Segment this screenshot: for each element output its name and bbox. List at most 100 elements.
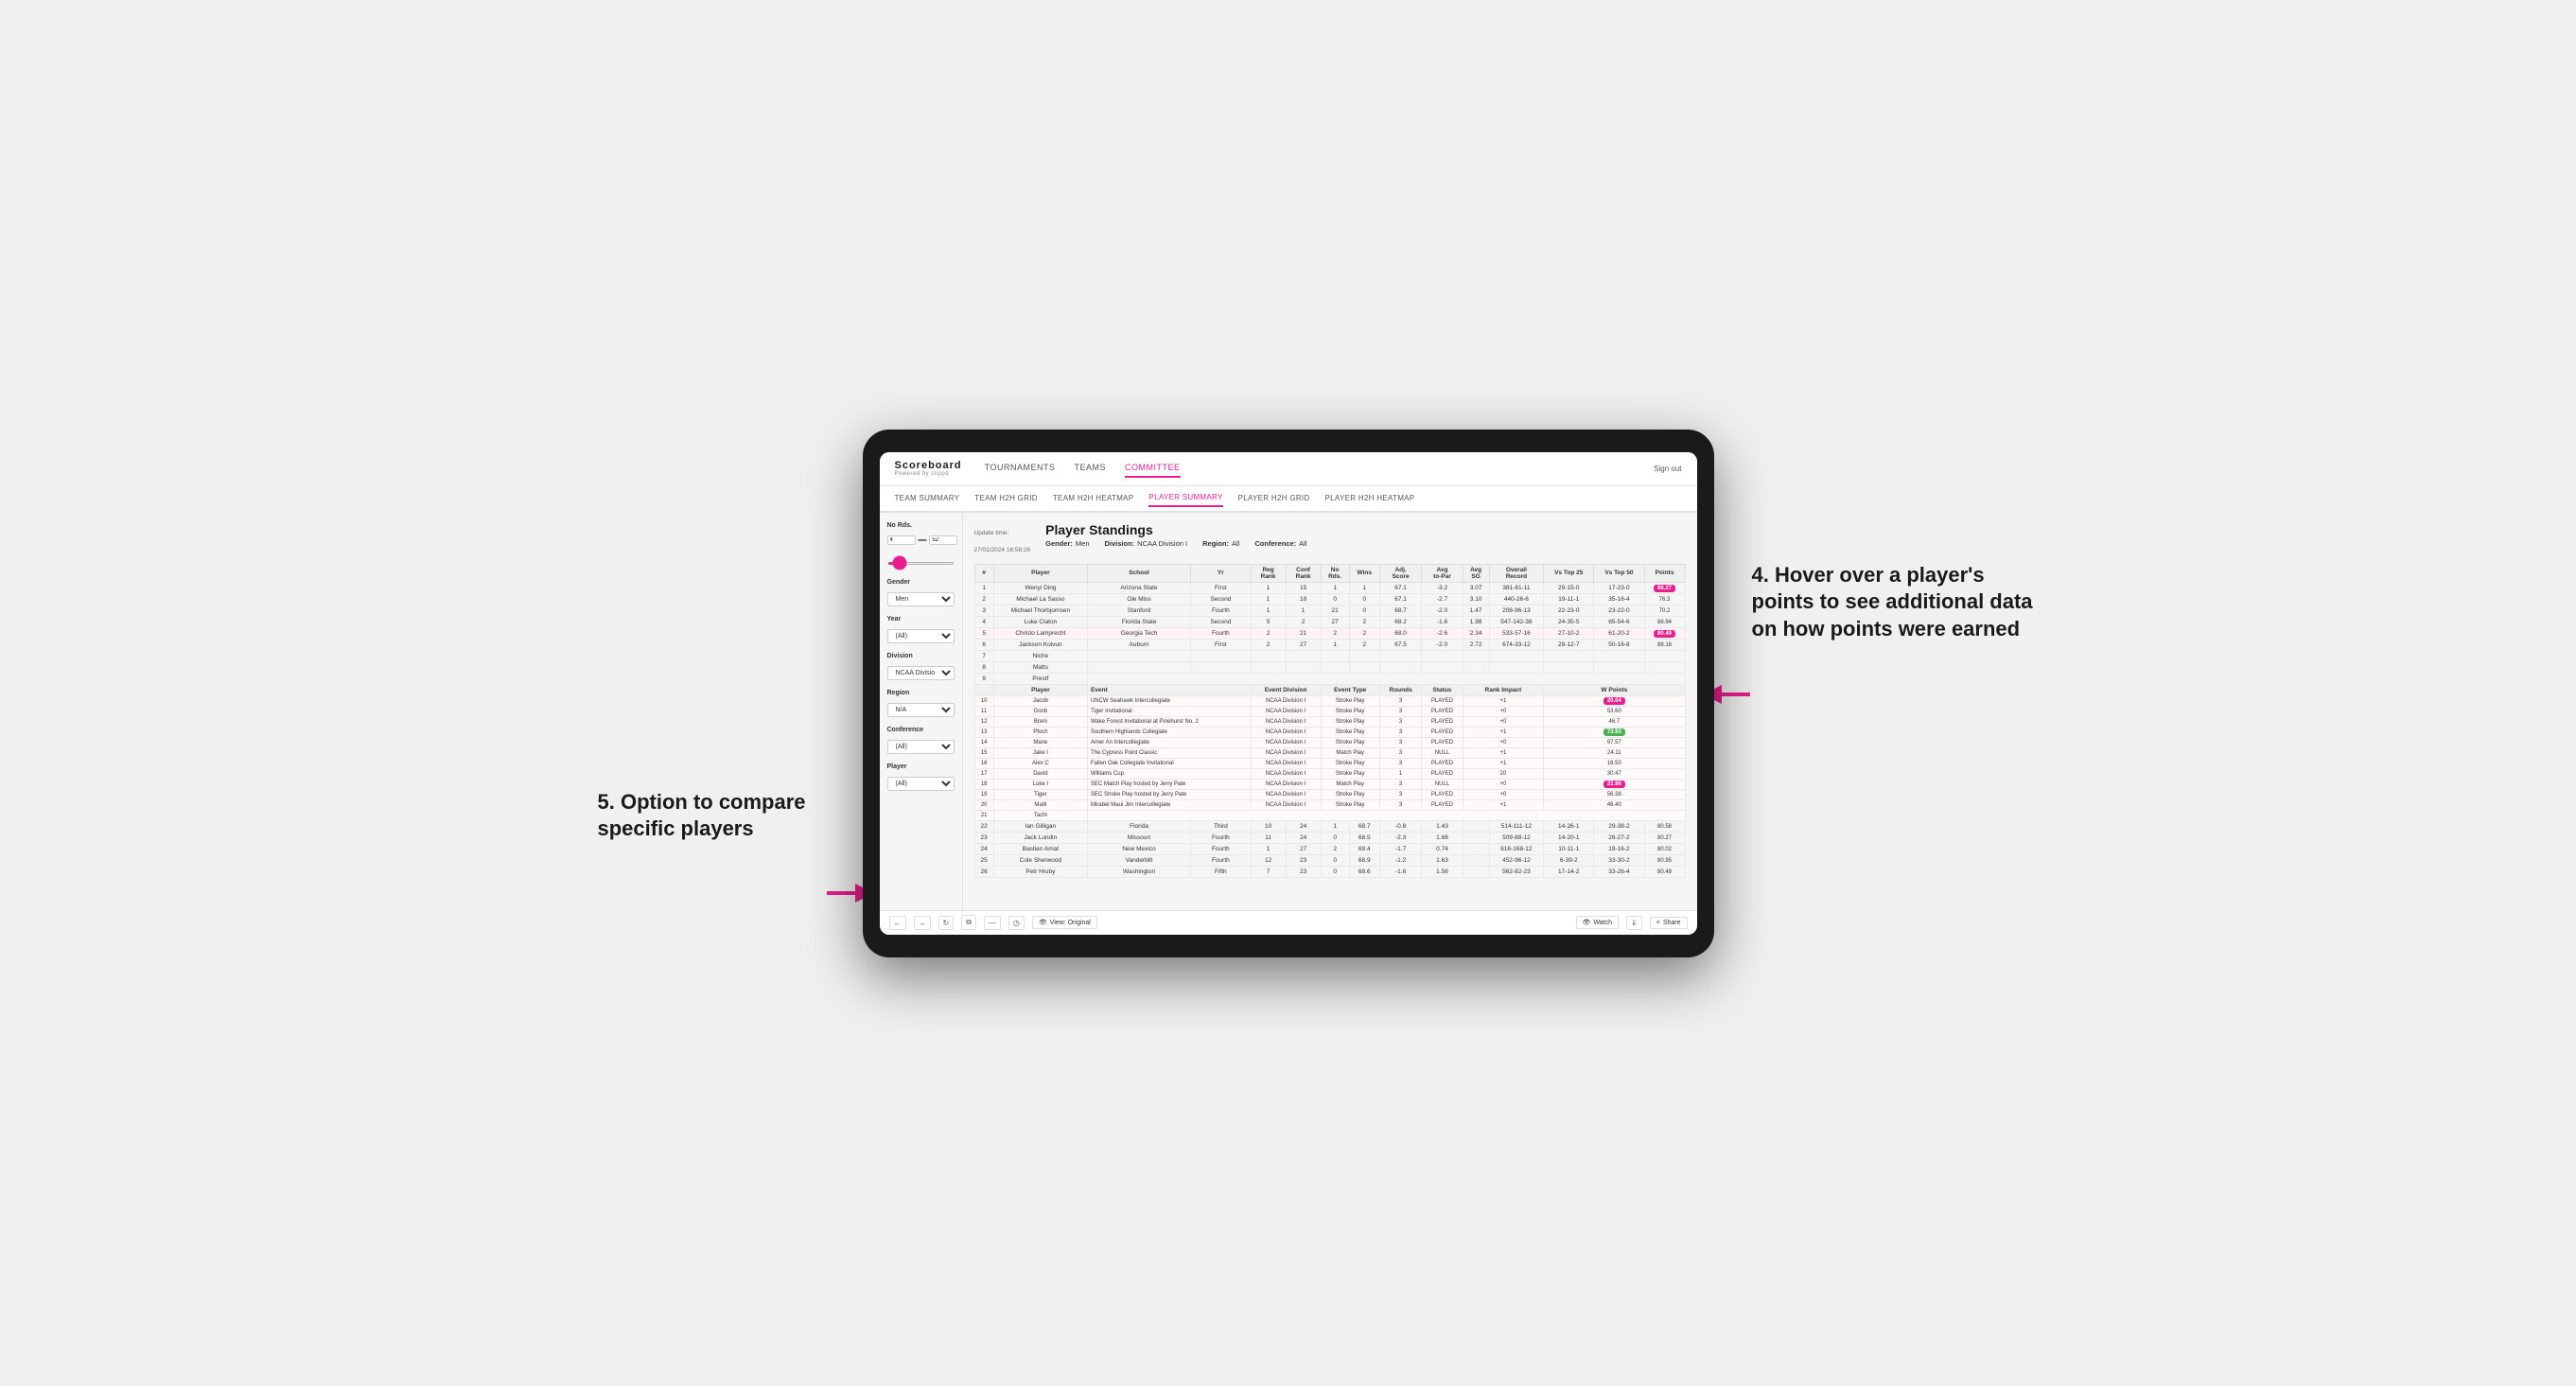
expanded-table-row[interactable]: 13 Pfoch Southern Highlands Collegiate N… (974, 727, 1685, 737)
copy-button[interactable]: ⧉ (961, 915, 976, 930)
expanded-table-row[interactable]: 19 Tiger SEC Stroke Play hosted by Jerry… (974, 789, 1685, 799)
expanded-table-row[interactable]: 21 Tachi (974, 810, 1685, 820)
no-rds-min-input[interactable] (887, 535, 916, 545)
expanded-table-row[interactable]: 20 Mattl Mirabel Maui Jim Intercollegiat… (974, 799, 1685, 810)
content-header: Update time:27/01/2024 16:56:26 Player S… (974, 522, 1686, 556)
update-time-label: Update time:27/01/2024 16:56:26 (974, 530, 1031, 553)
region-select[interactable]: N/A (887, 703, 955, 717)
no-rds-slider[interactable] (887, 562, 955, 565)
col-overall: OverallRecord (1489, 564, 1544, 582)
table-row[interactable]: 25 Cole Sherwood Vanderbilt Fourth 12 23… (974, 854, 1685, 866)
logo-title: Scoreboard (895, 460, 962, 471)
col-yr: Yr (1191, 564, 1251, 582)
expanded-table-row[interactable]: 14 Marie Amer An Intercollegiate NCAA Di… (974, 737, 1685, 747)
download-button[interactable]: ⇓ (1626, 916, 1642, 930)
nav-teams[interactable]: TEAMS (1074, 459, 1106, 478)
top-nav: Scoreboard Powered by clippd TOURNAMENTS… (880, 452, 1697, 486)
watch-button[interactable]: 👁 Watch (1576, 916, 1619, 929)
expanded-table-row[interactable]: 11 Gonb Tiger Invitational NCAA Division… (974, 706, 1685, 716)
clock-button[interactable]: ◷ (1008, 916, 1025, 930)
filter-division: Division: NCAA Division I (1105, 539, 1188, 548)
dash-button[interactable]: — (984, 916, 1001, 930)
subnav-player-summary[interactable]: PLAYER SUMMARY (1148, 489, 1222, 507)
page-title: Player Standings (1045, 522, 1685, 537)
expanded-table-row[interactable]: 18 Luke I SEC Match Play hosted by Jerry… (974, 779, 1685, 789)
sidebar-no-rds: No Rds. – (887, 522, 955, 570)
table-row[interactable]: 7 Niche (974, 650, 1685, 661)
share-icon: < (1656, 920, 1660, 926)
filter-conference: Conference: All (1254, 539, 1306, 548)
region-label: Region (887, 690, 955, 696)
player-1: Wenyi Ding (993, 582, 1087, 593)
division-select[interactable]: NCAA Division I (887, 666, 955, 680)
tablet-frame: Scoreboard Powered by clippd TOURNAMENTS… (863, 430, 1714, 957)
rank-1: 1 (974, 582, 993, 593)
conference-label: Conference (887, 727, 955, 733)
table-row[interactable]: 23 Jack Lundin Missouri Fourth 11 24 0 6… (974, 832, 1685, 843)
col-vs25: Vs Top 25 (1544, 564, 1594, 582)
annotation-right: 4. Hover over a player's points to see a… (1752, 562, 2036, 643)
player-select[interactable]: (All) (887, 777, 955, 791)
col-conf-rank: ConfRank (1286, 564, 1321, 582)
table-row[interactable]: 5 Christo Lamprecht Georgia Tech Fourth … (974, 627, 1685, 639)
nav-tournaments[interactable]: TOURNAMENTS (985, 459, 1056, 478)
expanded-table-row[interactable]: 16 Alex C Fallen Oak Collegiate Invitati… (974, 758, 1685, 768)
subnav-team-h2h-grid[interactable]: TEAM H2H GRID (974, 490, 1038, 506)
table-row[interactable]: 6 Jackson Koivun Auburn First 2 27 1 2 6… (974, 639, 1685, 650)
annotation-left: 5. Option to compare specific players (598, 789, 844, 843)
col-rank: # (974, 564, 993, 582)
table-row[interactable]: 26 Petr Hruby Washington Fifth 7 23 0 68… (974, 866, 1685, 877)
table-row[interactable]: 24 Bastien Amat New Mexico Fourth 1 27 2… (974, 843, 1685, 854)
table-row[interactable]: 22 Ian Gilligan Florida Third 10 24 1 68… (974, 820, 1685, 832)
refresh-button[interactable]: ↻ (938, 916, 955, 930)
subnav-player-h2h-heatmap[interactable]: PLAYER H2H HEATMAP (1325, 490, 1415, 506)
table-row[interactable]: 3 Michael Thorbjornsen Stanford Fourth 1… (974, 605, 1685, 616)
sidebar: No Rds. – Gender Men (880, 513, 963, 910)
expanded-table-row[interactable]: 15 Jake I The Cypress Point Classic NCAA… (974, 747, 1685, 758)
filter-region: Region: All (1202, 539, 1239, 548)
sub-nav: TEAM SUMMARY TEAM H2H GRID TEAM H2H HEAT… (880, 486, 1697, 513)
division-label: Division (887, 653, 955, 659)
expanded-header-row: Player Event Event Division Event Type R… (974, 684, 1685, 695)
col-player: Player (993, 564, 1087, 582)
range-separator: – (919, 532, 927, 549)
table-row[interactable]: 2 Michael La Sasso Ole Miss Second 1 18 … (974, 593, 1685, 605)
table-row[interactable]: 1 Wenyi Ding Arizona State First 1 15 1 … (974, 582, 1685, 593)
sidebar-division: Division NCAA Division I (887, 653, 955, 680)
forward-button[interactable]: → (914, 916, 931, 930)
nav-committee[interactable]: COMMITTEE (1125, 459, 1181, 478)
no-rds-range: – (887, 532, 955, 549)
table-row[interactable]: 9 Prestf (974, 673, 1685, 684)
update-time-value: 27/01/2024 16:56:26 (974, 547, 1031, 553)
watch-label: Watch (1593, 920, 1612, 926)
expanded-table-row[interactable]: 17 David Williams Cup NCAA Division I St… (974, 768, 1685, 779)
subnav-player-h2h-grid[interactable]: PLAYER H2H GRID (1238, 490, 1310, 506)
conference-select[interactable]: (All) (887, 740, 955, 754)
col-points: Points (1644, 564, 1685, 582)
table-row[interactable]: 4 Luke Claton Florida State Second 5 2 2… (974, 616, 1685, 627)
subnav-team-summary[interactable]: TEAM SUMMARY (895, 490, 960, 506)
back-button[interactable]: ← (889, 916, 906, 930)
expanded-table-row[interactable]: 12 Breni Wake Forest Invitational at Pin… (974, 716, 1685, 727)
col-no-rds: NoRds. (1321, 564, 1349, 582)
no-rds-max-input[interactable] (929, 535, 957, 545)
sidebar-player: Player (All) (887, 763, 955, 791)
bottom-toolbar: ← → ↻ ⧉ — ◷ 👁 View: Original 👁 Watch ⇓ < (880, 910, 1697, 935)
col-avg-sg: AvgSG (1463, 564, 1489, 582)
no-rds-label: No Rds. (887, 522, 955, 529)
year-select[interactable]: (All) (887, 629, 955, 643)
gender-select[interactable]: Men (887, 592, 955, 606)
logo-area: Scoreboard Powered by clippd (895, 460, 962, 477)
subnav-team-h2h-heatmap[interactable]: TEAM H2H HEATMAP (1053, 490, 1134, 506)
table-row[interactable]: 8 Matts (974, 661, 1685, 673)
sign-out-link[interactable]: Sign out (1654, 465, 1681, 473)
player-label: Player (887, 763, 955, 770)
year-label: Year (887, 616, 955, 623)
view-icon: 👁 (1039, 919, 1047, 926)
col-adj-score: Adj.Score (1379, 564, 1422, 582)
expanded-table-row[interactable]: 10 Jacob UNCW Seahawk Intercollegiate NC… (974, 695, 1685, 706)
share-button[interactable]: < Share (1650, 917, 1688, 929)
player-standings-table: # Player School Yr RegRank ConfRank NoRd… (974, 564, 1686, 878)
view-original-button[interactable]: 👁 View: Original (1032, 916, 1097, 929)
col-school: School (1087, 564, 1190, 582)
